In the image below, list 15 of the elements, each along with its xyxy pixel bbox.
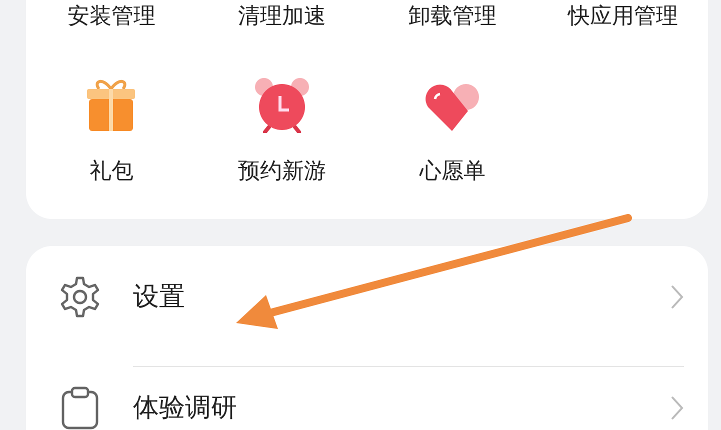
tool-label[interactable]: 预约新游 [238,157,326,187]
alarm-clock-icon [252,77,311,133]
tool-label[interactable]: 快应用管理 [568,2,678,32]
gift-icon [85,77,138,133]
chevron-right-icon [670,395,684,421]
tool-label[interactable]: 卸载管理 [408,2,496,32]
tool-label[interactable]: 礼包 [89,157,134,187]
menu-item[interactable]: 体验调研 [133,391,670,425]
chevron-right-icon [670,284,684,310]
heart-icon [423,83,482,133]
settings-icon [58,275,102,319]
tool-label[interactable]: 心愿单 [419,157,486,187]
menu-item[interactable]: 设置 [133,280,670,314]
tool-label[interactable]: 安装管理 [67,2,156,32]
tool-label[interactable]: 清理加速 [238,2,326,32]
